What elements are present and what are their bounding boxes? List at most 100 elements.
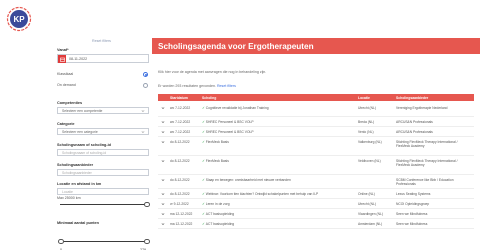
check-icon: ✓ [202, 159, 205, 164]
chevron-down-icon[interactable] [161, 140, 165, 144]
row-training-title: FlexMeck Basis [205, 159, 229, 164]
filter-sidebar: Reset filters Vanaf* 08-11-2022 Klassika… [0, 38, 150, 250]
punten-slider-handle-max[interactable] [144, 238, 150, 245]
row-provider: Stichting FlexMeck Therapy International… [396, 158, 458, 168]
row-provider: Seen we Mindfulness [396, 221, 428, 226]
distance-slider-track[interactable] [60, 204, 147, 206]
competenties-value: Selecteer een competentie [62, 109, 103, 114]
table-row[interactable]: do 8-12-2022 ✓Webinar: Voorkom tien klach… [158, 189, 474, 199]
chevron-down-icon[interactable] [161, 130, 165, 134]
chevron-down-icon[interactable] [161, 106, 165, 110]
table-row[interactable]: vr 9-12-2022 ✓Leren in de zorg Utrecht (NL… [158, 199, 474, 209]
locatie-input[interactable]: Locatie [57, 187, 149, 195]
row-training-title: Slaap en bewegen: onmisbaarheid met nieu… [205, 178, 291, 183]
svg-text:KP: KP [13, 15, 25, 24]
row-location: Utrecht (NL) [358, 202, 376, 207]
result-count-text: Er worden 293 resultaten gevonden. [158, 84, 216, 88]
punten-label: Minimaal aantal punten [57, 221, 99, 225]
check-icon: ✓ [202, 202, 205, 207]
row-training[interactable]: ✓Leren in de zorg [202, 202, 230, 206]
table-row[interactable]: do 8-12-2022 ✓FlexMeck Basis Valkenburg (N… [158, 137, 474, 156]
page-title: Scholingsagenda voor Ergotherapeuten [158, 41, 314, 51]
row-training[interactable]: ✓ACT basisopleiding [202, 222, 234, 226]
col-aanbieder[interactable]: Scholingsaanbieder [396, 96, 428, 100]
check-icon: ✓ [202, 120, 205, 125]
row-location: Valkenburg (NL) [358, 140, 382, 145]
punten-slider-handle-min[interactable] [58, 238, 64, 245]
col-locatie[interactable]: Locatie [358, 96, 370, 100]
categorie-label: Categorie [57, 122, 75, 126]
option-on-demand-label: On demand [57, 83, 76, 87]
row-date: do 8-12-2022 [170, 192, 190, 197]
table-row[interactable]: wo 7-12-2022 ✓SHREC Personeel & BSC VOLP B… [158, 117, 474, 127]
row-provider: SCBM Conference like Bbb / Education Pro… [396, 177, 454, 187]
table-row[interactable]: wo 7-12-2022 ✓Cognitieve revalidatie bij … [158, 103, 474, 117]
distance-slider-handle[interactable] [144, 201, 150, 208]
competenties-select[interactable]: Selecteer een competentie [57, 106, 149, 114]
row-training[interactable]: ✓FlexMeck Basis [202, 140, 229, 144]
row-date: ma 12-12-2022 [170, 222, 193, 227]
punten-slider-track[interactable] [60, 241, 147, 243]
option-klassikaal-label: Klassikaal [57, 72, 74, 76]
row-location: Venlo (NL) [358, 130, 374, 135]
row-training-title: ACT basisopleiding [205, 212, 235, 217]
chevron-down-icon[interactable] [161, 178, 165, 182]
reset-filters-inline-link[interactable]: Reset filters [217, 84, 236, 88]
row-training[interactable]: ✓ACT basisopleiding [202, 212, 234, 216]
scholingsnaam-label: Scholingsnaam of scholing-id [57, 143, 112, 147]
row-date: wo 7-12-2022 [170, 130, 191, 135]
table-header: Startdatum Scholing Locatie Scholingsaan… [158, 94, 474, 101]
chevron-down-icon[interactable] [161, 120, 165, 124]
row-provider: ARCUS&N Professionals [396, 129, 433, 134]
distance-value: Max 25000 km [57, 196, 81, 200]
row-location: Online (NL) [358, 192, 375, 197]
check-icon: ✓ [202, 222, 205, 227]
vanaf-label: Vanaf* [57, 48, 69, 52]
check-icon: ✓ [202, 212, 205, 217]
categorie-select[interactable]: Selecteer een categorie [57, 127, 149, 135]
intro-link[interactable]: Klik hier voor de agenda met aanvragen d… [158, 70, 266, 74]
row-provider: NCOI Opleidingsgroep [396, 201, 430, 206]
row-training-title: Webinar: Voorkom tien klachten? Ontwijkt… [205, 192, 319, 197]
chevron-down-icon[interactable] [161, 159, 165, 163]
table-row[interactable]: wo 7-12-2022 ✓SHREC Personeel & BSC VOLP V… [158, 127, 474, 137]
chevron-down-icon[interactable] [161, 192, 165, 196]
row-training[interactable]: ✓Webinar: Voorkom tien klachten? Ontwijk… [202, 192, 318, 196]
chevron-down-icon[interactable] [161, 202, 165, 206]
row-training[interactable]: ✓SHREC Personeel & BSC VOLP [202, 120, 254, 124]
scholingsnaam-input[interactable]: Scholingsnaam of scholing-id [57, 148, 149, 156]
row-location: Utrecht (NL) [358, 106, 376, 111]
row-training[interactable]: ✓FlexMeck Basis [202, 159, 229, 163]
row-provider: Vereniging Ergotherapie Nederland [396, 105, 448, 110]
date-picker[interactable]: 08-11-2022 [57, 54, 149, 63]
aanbieder-input[interactable]: Scholingsaanbieder [57, 168, 149, 176]
row-training[interactable]: ✓SHREC Personeel & BSC VOLP [202, 130, 254, 134]
col-startdatum[interactable]: Startdatum [170, 96, 188, 100]
categorie-value: Selecteer een categorie [62, 130, 98, 135]
row-training-title: FlexMeck Basis [205, 140, 229, 145]
row-location: Breda (NL) [358, 120, 375, 125]
chevron-down-icon[interactable] [161, 222, 165, 226]
table-row[interactable]: do 8-12-2022 ✓FlexMeck Basis Veldhoven (NL… [158, 156, 474, 175]
row-provider: Stichting FlexMeck Therapy International… [396, 139, 458, 149]
row-training[interactable]: ✓Slaap en bewegen: onmisbaarheid met nie… [202, 178, 291, 182]
reset-filters-link[interactable]: Reset filters [92, 39, 111, 43]
table-row[interactable]: ma 12-12-2022 ✓ACT basisopleiding Vlaardin… [158, 209, 474, 219]
option-on-demand-radio[interactable] [143, 82, 148, 88]
row-location: Vlaardingen (NL) [358, 212, 383, 217]
check-icon: ✓ [202, 106, 205, 111]
table-row[interactable]: ma 12-12-2022 ✓ACT basisopleiding Amsterda… [158, 219, 474, 229]
logo[interactable]: KP [6, 6, 32, 32]
chevron-down-icon[interactable] [161, 212, 165, 216]
calendar-icon[interactable] [58, 55, 66, 63]
row-provider: Lexus Seating Systems [396, 191, 431, 196]
row-training-title: SHREC Personeel & BSC VOLP [205, 130, 254, 135]
row-location: Amsterdam (NL) [358, 222, 383, 227]
row-training[interactable]: ✓Cognitieve revalidatie bij Jonathan Tra… [202, 106, 269, 110]
option-klassikaal-radio[interactable] [143, 71, 148, 77]
aanbieder-placeholder: Scholingsaanbieder [62, 171, 92, 176]
check-icon: ✓ [202, 140, 205, 145]
row-date: wo 7-12-2022 [170, 120, 191, 125]
table-row[interactable]: do 8-12-2022 ✓Slaap en bewegen: onmisbaar… [158, 175, 474, 189]
col-scholing[interactable]: Scholing [202, 96, 216, 100]
